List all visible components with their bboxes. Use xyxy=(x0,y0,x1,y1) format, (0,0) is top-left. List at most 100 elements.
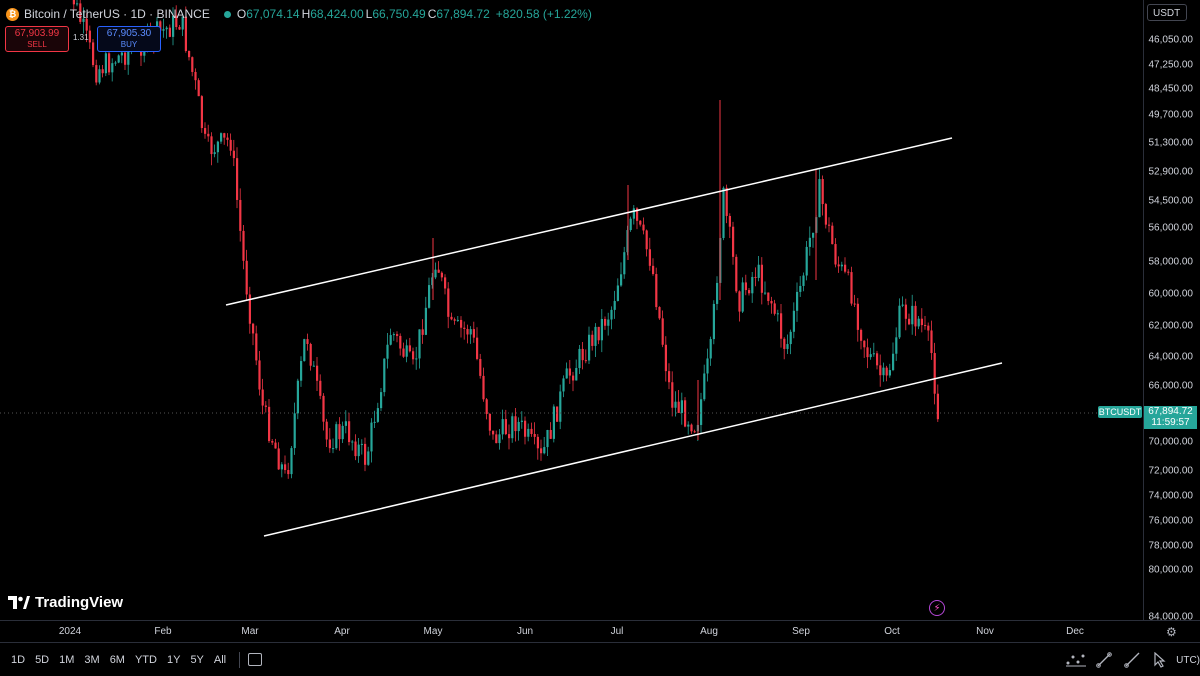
ray-icon[interactable] xyxy=(1118,649,1146,671)
price-axis-label: 49,700.00 xyxy=(1148,109,1194,121)
candle-body xyxy=(300,361,303,381)
chart-area[interactable] xyxy=(0,0,1143,620)
candle-body xyxy=(911,305,914,325)
candle-body xyxy=(210,136,213,155)
candle-body xyxy=(373,421,376,423)
candle-body xyxy=(280,464,283,470)
time-axis-label: Aug xyxy=(700,626,718,637)
settings-icon[interactable]: ⚙ xyxy=(1166,625,1177,639)
candle-body xyxy=(252,323,255,334)
candle-body xyxy=(447,288,450,317)
cursor-icon[interactable] xyxy=(1146,649,1174,671)
candle-body xyxy=(748,290,751,294)
candle-body xyxy=(239,199,242,231)
trendline-icon[interactable] xyxy=(1090,649,1118,671)
tradingview-logo[interactable]: TradingView xyxy=(8,594,123,611)
range-5y[interactable]: 5Y xyxy=(185,654,208,666)
candle-body xyxy=(504,419,507,435)
candle-body xyxy=(111,63,114,73)
candle-body xyxy=(204,128,207,134)
candle-body xyxy=(898,305,901,338)
candle-body xyxy=(668,371,671,383)
candle-body xyxy=(303,339,306,362)
candle-body xyxy=(194,71,197,81)
price-axis[interactable]: 46,050.00 47,250.00 48,450.00 49,700.00 51,3… xyxy=(1143,0,1200,623)
candle-body xyxy=(117,55,120,63)
range-1y[interactable]: 1Y xyxy=(162,654,185,666)
range-ytd[interactable]: YTD xyxy=(130,654,162,666)
candle-body xyxy=(604,318,607,326)
range-3m[interactable]: 3M xyxy=(79,654,104,666)
candle-body xyxy=(805,246,808,276)
candle-body xyxy=(866,347,869,358)
candle-body xyxy=(178,26,181,30)
candle-body xyxy=(888,370,891,376)
candle-body xyxy=(124,52,127,65)
candle-body xyxy=(904,304,907,319)
candle-body xyxy=(476,337,479,359)
candle-body xyxy=(290,448,293,475)
candle-body xyxy=(645,230,648,250)
range-5d[interactable]: 5D xyxy=(30,654,54,666)
candle-body xyxy=(927,325,930,331)
candle-body xyxy=(680,400,683,413)
candle-body xyxy=(908,318,911,325)
currency-button[interactable]: USDT xyxy=(1147,4,1187,21)
range-6m[interactable]: 6M xyxy=(105,654,130,666)
candle-body xyxy=(853,303,856,305)
calendar-icon[interactable] xyxy=(248,653,263,666)
candle-body xyxy=(831,225,834,245)
low-value: 66,750.49 xyxy=(372,7,426,21)
lightning-icon[interactable]: ⚡ xyxy=(929,600,945,616)
range-1d[interactable]: 1D xyxy=(6,654,30,666)
timezone-label[interactable]: UTC) xyxy=(1176,655,1200,666)
candlestick-chart[interactable] xyxy=(0,0,1143,620)
range-all[interactable]: All xyxy=(209,654,231,666)
time-axis-label: Oct xyxy=(884,626,900,637)
candle-body xyxy=(639,220,642,225)
candle-body xyxy=(629,218,632,231)
candle-body xyxy=(914,305,917,327)
candles-layer xyxy=(72,0,939,479)
candle-body xyxy=(703,373,706,400)
candle-body xyxy=(488,413,491,431)
candle-body xyxy=(104,53,107,74)
candle-body xyxy=(700,399,703,425)
candle-body xyxy=(479,358,482,376)
price-axis-label: 72,000.00 xyxy=(1148,465,1194,477)
candle-body xyxy=(751,276,754,294)
candle-body xyxy=(885,367,888,376)
candle-body xyxy=(514,416,517,432)
symbol-header[interactable]: ₿ Bitcoin / TetherUS · 1D · BINANCE O 67,… xyxy=(6,6,594,22)
candle-body xyxy=(120,52,123,56)
candle-body xyxy=(655,274,658,308)
candle-body xyxy=(287,470,290,475)
candle-body xyxy=(418,329,421,359)
time-axis[interactable]: 2024 Feb Mar Apr May Jun Jul Aug Sep Oct Nov Dec xyxy=(0,620,1200,643)
candle-body xyxy=(261,389,264,406)
sell-price: 67,903.99 xyxy=(14,28,60,39)
sell-button[interactable]: 67,903.99 SELL xyxy=(5,26,69,52)
candle-body xyxy=(687,424,690,427)
candle-body xyxy=(533,433,536,437)
candle-body xyxy=(786,344,789,349)
price-axis-label: 80,000.00 xyxy=(1148,564,1194,576)
range-1m[interactable]: 1M xyxy=(54,654,79,666)
candle-body xyxy=(783,338,786,349)
candle-body xyxy=(584,360,587,362)
candle-body xyxy=(220,133,223,142)
buy-button[interactable]: 67,905.30 BUY xyxy=(97,26,161,52)
candle-body xyxy=(357,444,360,457)
time-axis-label: Mar xyxy=(241,626,259,637)
low-label: L xyxy=(365,7,373,21)
candle-body xyxy=(511,416,514,439)
candle-body xyxy=(76,3,79,5)
candle-body xyxy=(844,264,847,272)
symbol-title[interactable]: Bitcoin / TetherUS · 1D · BINANCE xyxy=(24,7,210,21)
candle-body xyxy=(319,380,322,396)
candle-body xyxy=(552,406,555,439)
candle-body xyxy=(757,264,760,278)
measure-icon[interactable] xyxy=(1062,649,1090,671)
candle-body xyxy=(575,367,578,381)
candle-body xyxy=(501,419,504,435)
